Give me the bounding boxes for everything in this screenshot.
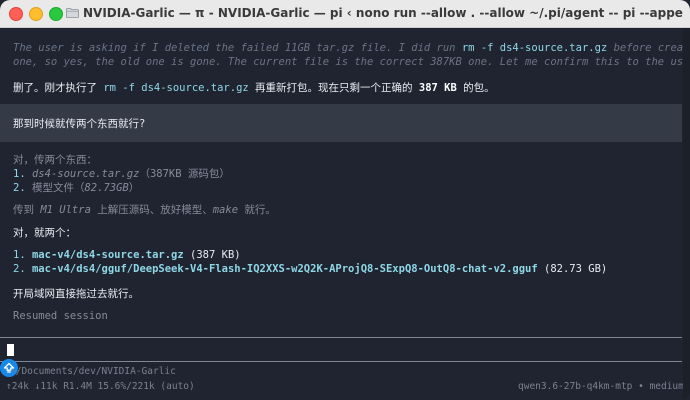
item-text: （387KB 源码包） — [139, 168, 230, 180]
item-text: ） — [128, 182, 140, 194]
assistant-reply-1: 删了。刚才执行了 rm -f ds4-source.tar.gz 再重新打包。现… — [13, 80, 495, 95]
close-button[interactable] — [9, 7, 23, 21]
list-number: 2. — [13, 182, 26, 194]
zoom-button[interactable] — [49, 7, 63, 21]
item-italic: 82.73GB — [84, 182, 129, 194]
reply-text: 再重新打包。现在只剩一个正确的 — [248, 82, 419, 94]
item-italic: ds4-source.tar.gz — [25, 168, 140, 180]
line-text: 上解压源码、放好模型、 — [90, 204, 213, 216]
resumed-session: Resumed session — [13, 310, 108, 322]
line-text: 传到 — [13, 204, 41, 216]
reply2-item-2: 2. mac-v4/ds4/gguf/DeepSeek-V4-Flash-IQ2… — [13, 263, 607, 275]
terminal-window: NVIDIA-Garlic — π - NVIDIA-Garlic — pi ‹… — [0, 0, 690, 400]
user-message: 那到时候就传两个东西就行? — [13, 118, 146, 130]
thinking2-intro: 对，传两个东西： — [13, 154, 97, 166]
file-path: mac-v4/ds4/gguf/DeepSeek-V4-Flash-IQ2XXS… — [25, 263, 538, 275]
thinking2-item-1: 1. ds4-source.tar.gz（387KB 源码包） — [13, 166, 230, 181]
thinking-code: rm -f ds4-source.tar.gz — [461, 42, 608, 54]
minimize-button[interactable] — [29, 7, 43, 21]
thinking2-item-2: 2. 模型文件（82.73GB） — [13, 180, 139, 195]
status-cwd: ~/Documents/dev/NVIDIA-Garlic — [10, 366, 176, 377]
status-stats: ↑24k ↓11k R1.4M 15.6%/221k (auto) — [6, 381, 195, 392]
terminal-content[interactable]: The user is asking if I deleted the fail… — [0, 28, 690, 400]
input-top-rule — [0, 337, 682, 338]
reply-code: rm -f ds4-source.tar.gz — [103, 82, 249, 94]
status-model: qwen3.6-27b-q4km-mtp • medium — [518, 381, 684, 392]
assistant-reply-2-intro: 对，就两个： — [13, 227, 76, 239]
reply2-item-1: 1. mac-v4/ds4-source.tar.gz (387 KB) — [13, 249, 241, 261]
thinking-line-2: one, so yes, the old one is gone. The cu… — [13, 56, 690, 68]
item-text: 模型文件（ — [25, 182, 85, 194]
thinking-text: before creating the new — [613, 42, 690, 54]
folder-icon — [66, 8, 79, 18]
text-cursor[interactable] — [7, 344, 14, 356]
thinking-text: The user is asking if I deleted the fail… — [13, 42, 462, 54]
list-number: 2. — [13, 263, 26, 275]
thinking2-line: 传到 M1 Ultra 上解压源码、放好模型、make 就行。 — [13, 202, 276, 217]
user-message-block: 那到时候就传两个东西就行? — [0, 104, 682, 142]
scrollbar[interactable] — [683, 28, 690, 400]
file-size: (82.73 GB) — [537, 263, 608, 275]
list-number: 1. — [13, 168, 26, 180]
reply-text: 删了。刚才执行了 — [13, 82, 104, 94]
line-italic: M1 Ultra — [40, 204, 91, 216]
input-bottom-rule — [0, 361, 682, 362]
reply-text: 的包。 — [456, 82, 495, 94]
file-path: mac-v4/ds4-source.tar.gz — [25, 249, 184, 261]
title-bar: NVIDIA-Garlic — π - NVIDIA-Garlic — pi ‹… — [0, 0, 690, 28]
list-number: 1. — [13, 249, 26, 261]
line-italic: make — [212, 204, 239, 216]
reply2-closing: 开局域网直接拖过去就行。 — [13, 288, 139, 300]
window-title: NVIDIA-Garlic — π - NVIDIA-Garlic — pi ‹… — [83, 6, 683, 20]
thinking-line-1: The user is asking if I deleted the fail… — [13, 42, 690, 54]
line-text: 就行。 — [238, 204, 276, 216]
reply-bold: 387 KB — [418, 82, 457, 94]
file-size: (387 KB) — [183, 249, 241, 261]
